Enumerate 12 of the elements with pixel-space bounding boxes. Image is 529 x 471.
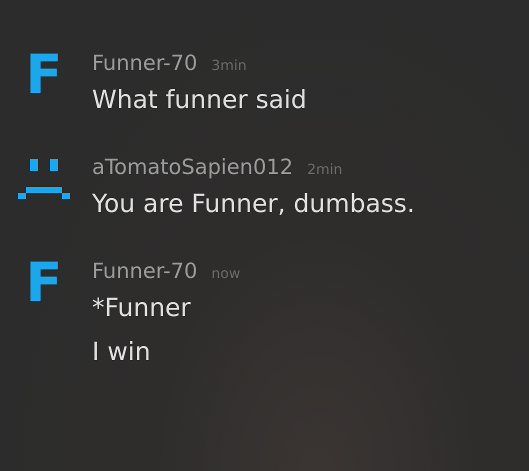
message-time: now	[211, 266, 240, 282]
message-text: What funner said	[92, 84, 307, 116]
author-name: aTomatoSapien012	[92, 154, 294, 181]
message-text: I win	[92, 336, 152, 368]
message-text: You are Funner, dumbass.	[92, 188, 415, 220]
avatar-letter: F	[26, 256, 62, 310]
message-text: *Funner	[92, 292, 192, 324]
author-name: Funner-70	[92, 50, 198, 77]
message-time: 3min	[211, 58, 247, 74]
avatar-letter: F	[26, 48, 62, 102]
author-name: Funner-70	[92, 258, 198, 285]
message-time: 2min	[307, 162, 342, 178]
